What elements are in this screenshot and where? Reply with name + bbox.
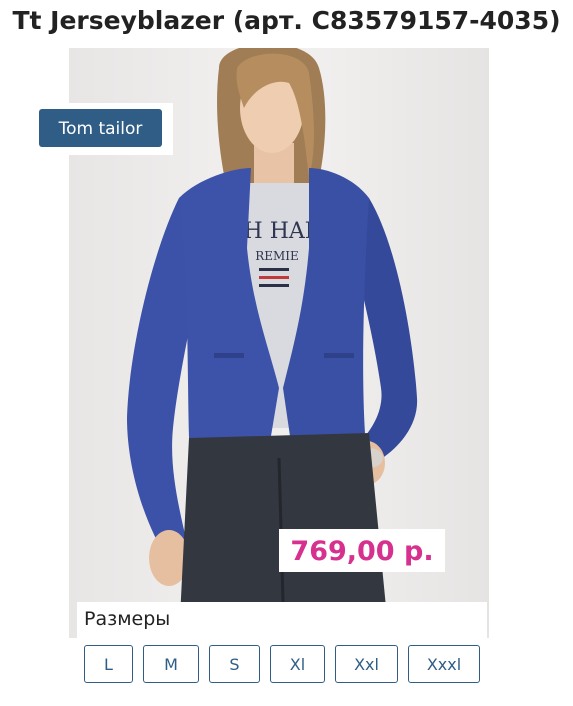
size-option-m[interactable]: M <box>143 645 199 683</box>
size-option-s[interactable]: S <box>209 645 260 683</box>
size-option-xl[interactable]: Xl <box>270 645 325 683</box>
size-option-xxxl[interactable]: Xxxl <box>408 645 480 683</box>
size-option-l[interactable]: L <box>84 645 133 683</box>
svg-text:REMIE: REMIE <box>255 249 299 263</box>
size-options: L M S Xl Xxl Xxxl <box>84 645 480 683</box>
price-label: 769,00 р. <box>290 536 434 567</box>
size-option-xxl[interactable]: Xxl <box>335 645 398 683</box>
sizes-label: Размеры <box>84 608 171 630</box>
brand-button[interactable]: Tom tailor <box>39 109 162 147</box>
product-title: Tt Jerseyblazer (арт. C83579157-4035) <box>12 6 561 35</box>
